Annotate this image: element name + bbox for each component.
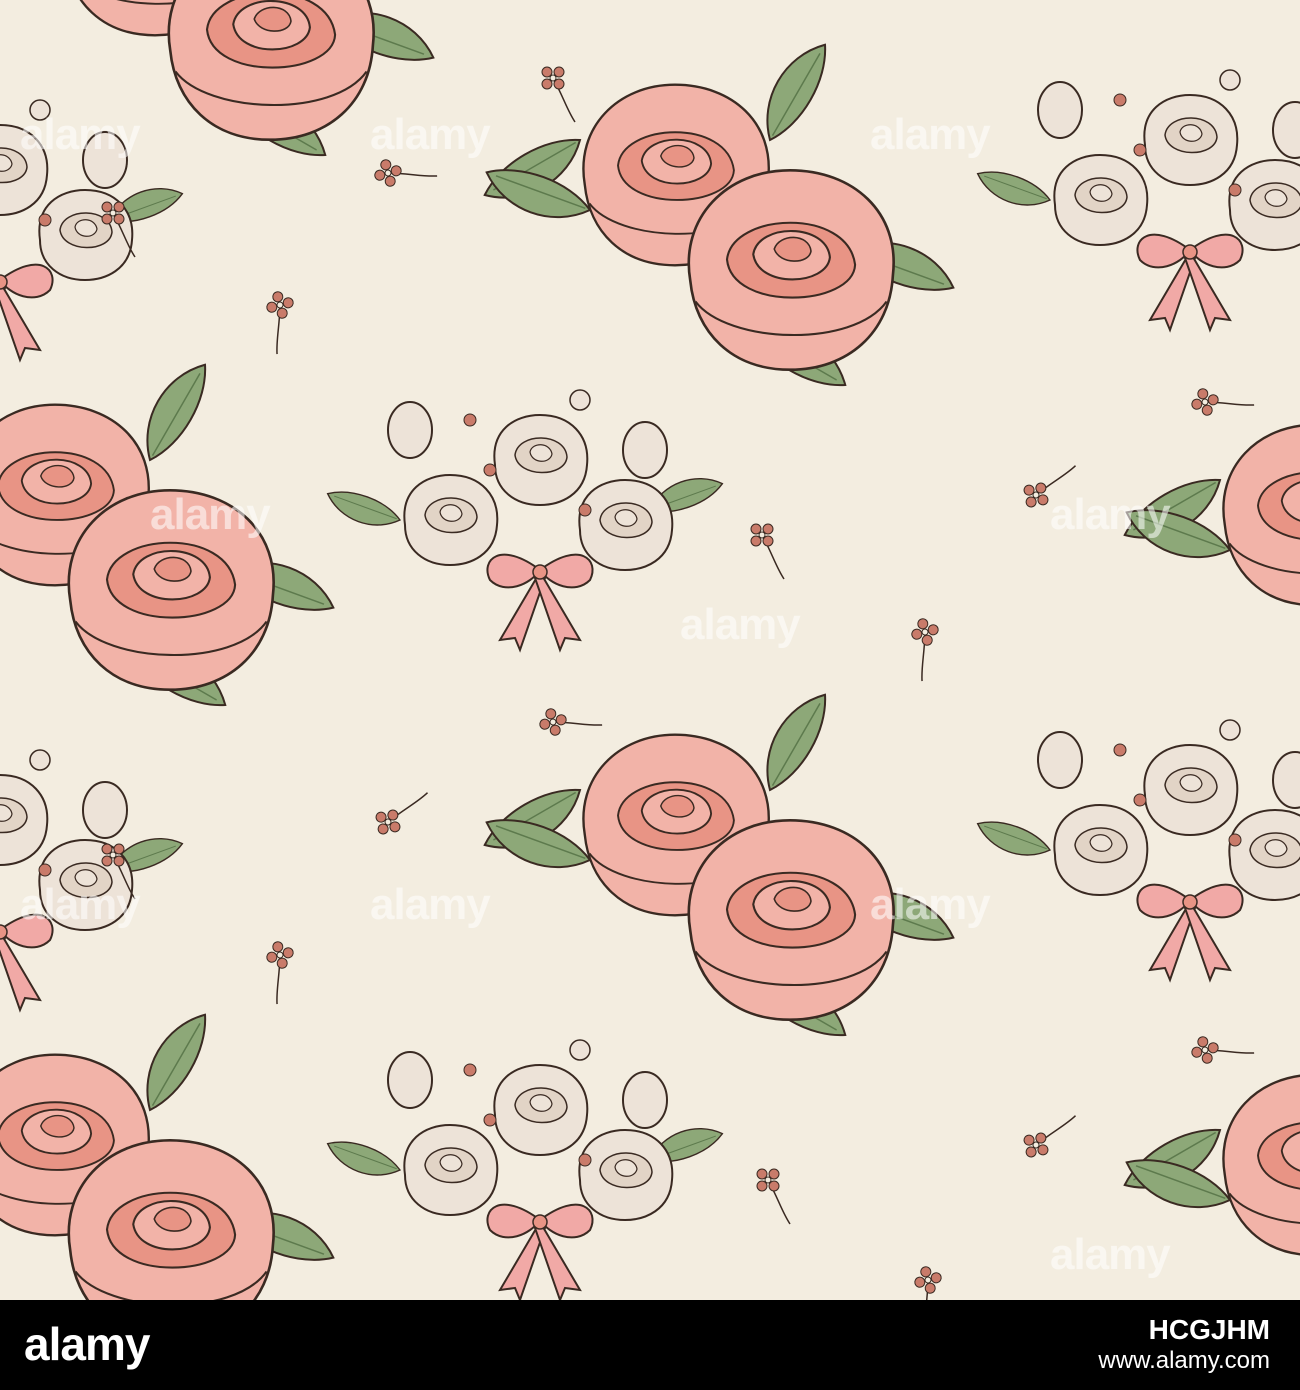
footer-bar: alamy HCGJHM www.alamy.com	[0, 1300, 1300, 1390]
image-stage: alamy alamy alamy alamy alamy alamy alam…	[0, 0, 1300, 1390]
floral-pattern	[0, 0, 1300, 1300]
logo-text: alamy	[24, 1318, 150, 1370]
footer-meta: HCGJHM www.alamy.com	[1098, 1314, 1270, 1376]
site-url: www.alamy.com	[1098, 1347, 1270, 1374]
watermark: alamy	[150, 490, 271, 539]
watermark: alamy	[370, 110, 491, 159]
watermark: alamy	[870, 880, 991, 929]
watermark: alamy	[20, 110, 141, 159]
watermark: alamy	[20, 880, 141, 929]
image-id: HCGJHM	[1148, 1314, 1270, 1345]
watermark: alamy	[370, 880, 491, 929]
watermark: alamy	[1050, 1230, 1171, 1279]
watermark: alamy	[1050, 490, 1171, 539]
footer-logo: alamy	[24, 1314, 150, 1374]
watermark: alamy	[680, 600, 801, 649]
watermark: alamy	[870, 110, 991, 159]
